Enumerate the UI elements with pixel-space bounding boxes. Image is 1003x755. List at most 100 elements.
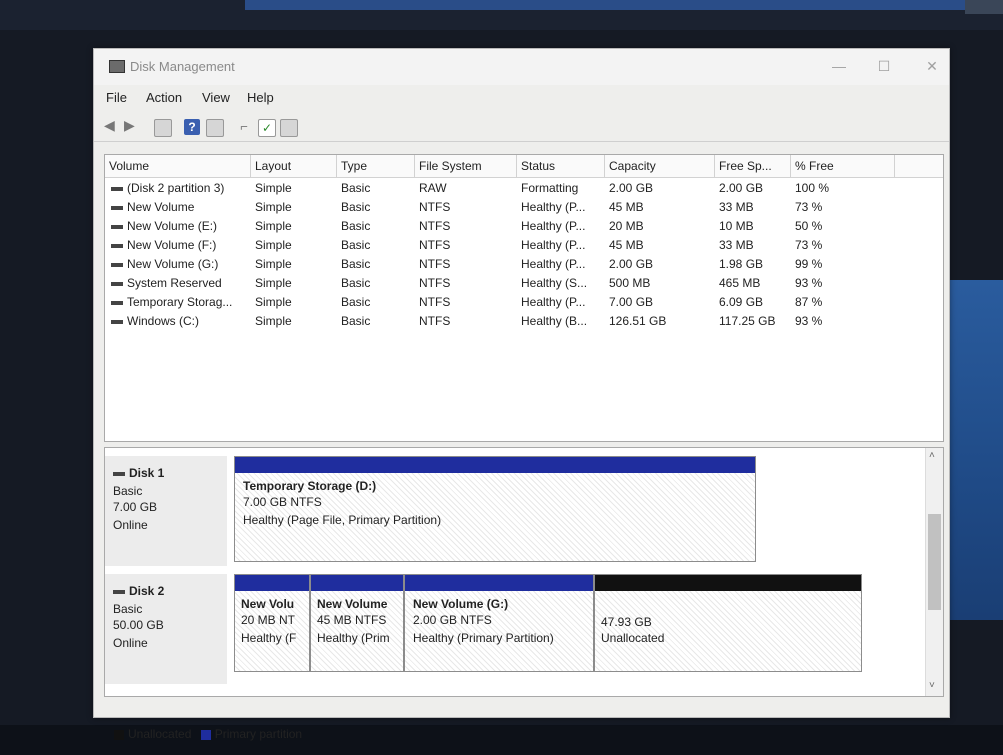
- partition-status: Healthy (Prim: [317, 631, 390, 645]
- cell-text: Windows (C:): [127, 314, 200, 328]
- cell-layout: Simple: [255, 219, 292, 233]
- cell-text: 465 MB: [719, 276, 761, 290]
- cell-text: NTFS: [419, 219, 451, 233]
- check-icon[interactable]: ✓: [258, 119, 276, 137]
- cell-text: NTFS: [419, 257, 451, 271]
- scroll-down-icon[interactable]: ˅: [929, 680, 935, 691]
- disk1-info[interactable]: Disk 1 Basic 7.00 GB Online: [105, 456, 227, 566]
- cell-text: 126.51 GB: [609, 314, 667, 328]
- cell-text: Simple: [255, 219, 292, 233]
- back-arrow-icon[interactable]: ◀: [104, 117, 120, 133]
- cell-volume: New Volume: [111, 200, 194, 214]
- cell-free-space: 33 MB: [719, 200, 754, 214]
- table-row[interactable]: New Volume Simple Basic NTFS Healthy (P... 45…: [105, 198, 943, 218]
- cell-percent-free: 93 %: [795, 276, 822, 290]
- partition-status: Healthy (Primary Partition): [413, 631, 554, 645]
- close-icon[interactable]: ✕: [922, 57, 942, 75]
- cell-text: Basic: [341, 181, 371, 195]
- cell-text: 45 MB: [609, 200, 644, 214]
- cell-text: Basic: [341, 238, 371, 252]
- cell-text: Simple: [255, 257, 292, 271]
- partition-title: New Volume: [317, 597, 388, 611]
- table-row[interactable]: Windows (C:) Simple Basic NTFS Healthy (B...…: [105, 312, 943, 332]
- cell-text: 1.98 GB: [719, 257, 764, 271]
- column-free-space[interactable]: Free Sp...: [715, 155, 791, 177]
- cell-status: Healthy (S...: [521, 276, 587, 290]
- disk2-partition-g[interactable]: New Volume (G:) 2.00 GB NTFS Healthy (Pr…: [404, 574, 594, 672]
- cell-text: Basic: [341, 200, 371, 214]
- cell-text: System Reserved: [127, 276, 222, 290]
- cell-volume: New Volume (G:): [111, 257, 218, 271]
- cell-volume: New Volume (E:): [111, 219, 217, 233]
- primary-partition-bar: [405, 575, 593, 591]
- properties-icon[interactable]: [206, 119, 224, 137]
- disk-management-window: Disk Management — ☐ ✕ File Action View H…: [93, 48, 950, 741]
- cell-percent-free: 93 %: [795, 314, 822, 328]
- table-row[interactable]: (Disk 2 partition 3) Simple Basic RAW Format…: [105, 179, 943, 199]
- disk2-partition-e[interactable]: New Volu 20 MB NT Healthy (F: [234, 574, 310, 672]
- cell-percent-free: 100 %: [795, 181, 829, 195]
- column-volume[interactable]: Volume: [105, 155, 251, 177]
- scroll-thumb[interactable]: [928, 514, 941, 610]
- cell-text: 7.00 GB: [609, 295, 654, 309]
- table-row[interactable]: New Volume (F:) Simple Basic NTFS Healthy (P…: [105, 236, 943, 256]
- cell-type: Basic: [341, 181, 370, 195]
- volume-icon: [111, 243, 123, 248]
- volume-icon: [111, 300, 123, 305]
- cell-text: 117.25 GB: [719, 314, 776, 328]
- table-row[interactable]: System Reserved Simple Basic NTFS Healthy (S…: [105, 274, 943, 294]
- partition-fs: 20 MB NT: [241, 613, 296, 627]
- window-title: Disk Management: [130, 59, 235, 74]
- cell-text: 99 %: [795, 257, 823, 271]
- disk-icon: [113, 471, 125, 476]
- toolbar: ◀ ▶ ? ⌐ ✓: [94, 113, 949, 142]
- partition-title: New Volu: [241, 597, 295, 611]
- disk2-info[interactable]: Disk 2 Basic 50.00 GB Online: [105, 574, 227, 684]
- volume-list-header: Volume Layout Type File System Status Ca…: [105, 155, 943, 178]
- cell-text: New Volume (G:): [127, 257, 219, 271]
- disk2-unallocated[interactable]: 47.93 GB Unallocated: [594, 574, 862, 672]
- menu-file[interactable]: File: [106, 90, 127, 105]
- graph-scrollbar[interactable]: ˄ ˅: [925, 448, 943, 696]
- connect-icon[interactable]: ⌐: [236, 119, 252, 135]
- partition-fs: 2.00 GB NTFS: [413, 613, 492, 627]
- column-percent-free[interactable]: % Free: [791, 155, 895, 177]
- cell-layout: Simple: [255, 200, 292, 214]
- table-row[interactable]: Temporary Storag... Simple Basic NTFS Health…: [105, 293, 943, 313]
- cell-status: Healthy (P...: [521, 219, 585, 233]
- menu-action[interactable]: Action: [146, 90, 182, 105]
- title-bar[interactable]: Disk Management — ☐ ✕: [94, 49, 949, 85]
- column-layout[interactable]: Layout: [251, 155, 337, 177]
- column-status[interactable]: Status: [517, 155, 605, 177]
- table-row[interactable]: New Volume (E:) Simple Basic NTFS Healthy (P…: [105, 217, 943, 237]
- cell-free-space: 1.98 GB: [719, 257, 763, 271]
- console-tree-icon[interactable]: [154, 119, 172, 137]
- cell-percent-free: 87 %: [795, 295, 822, 309]
- volume-icon: [111, 186, 123, 191]
- scroll-up-icon[interactable]: ˄: [929, 450, 935, 461]
- cell-text: Healthy (P...: [521, 219, 586, 233]
- column-type[interactable]: Type: [337, 155, 415, 177]
- maximize-icon[interactable]: ☐: [874, 57, 894, 75]
- cell-status: Healthy (P...: [521, 257, 585, 271]
- table-row[interactable]: New Volume (G:) Simple Basic NTFS Healthy (P…: [105, 255, 943, 275]
- cell-text: Healthy (P...: [521, 295, 586, 309]
- list-view-icon[interactable]: [280, 119, 298, 137]
- minimize-icon[interactable]: —: [829, 57, 849, 75]
- cell-type: Basic: [341, 219, 370, 233]
- cell-text: 2.00 GB: [609, 257, 654, 271]
- cell-layout: Simple: [255, 295, 292, 309]
- column-capacity[interactable]: Capacity: [605, 155, 715, 177]
- cell-text: 500 MB: [609, 276, 651, 290]
- disk2-partition-f[interactable]: New Volume 45 MB NTFS Healthy (Prim: [310, 574, 404, 672]
- forward-arrow-icon[interactable]: ▶: [124, 117, 140, 133]
- legend-primary: Primary partition: [214, 727, 303, 741]
- help-icon[interactable]: ?: [184, 119, 200, 135]
- disk1-partition-d[interactable]: Temporary Storage (D:) 7.00 GB NTFS Heal…: [234, 456, 756, 562]
- disk2-label: Disk 2: [113, 584, 164, 598]
- menu-help[interactable]: Help: [247, 90, 274, 105]
- volume-icon: [111, 224, 123, 229]
- column-file-system[interactable]: File System: [415, 155, 517, 177]
- menu-view[interactable]: View: [202, 90, 230, 105]
- cell-file-system: NTFS: [419, 219, 450, 233]
